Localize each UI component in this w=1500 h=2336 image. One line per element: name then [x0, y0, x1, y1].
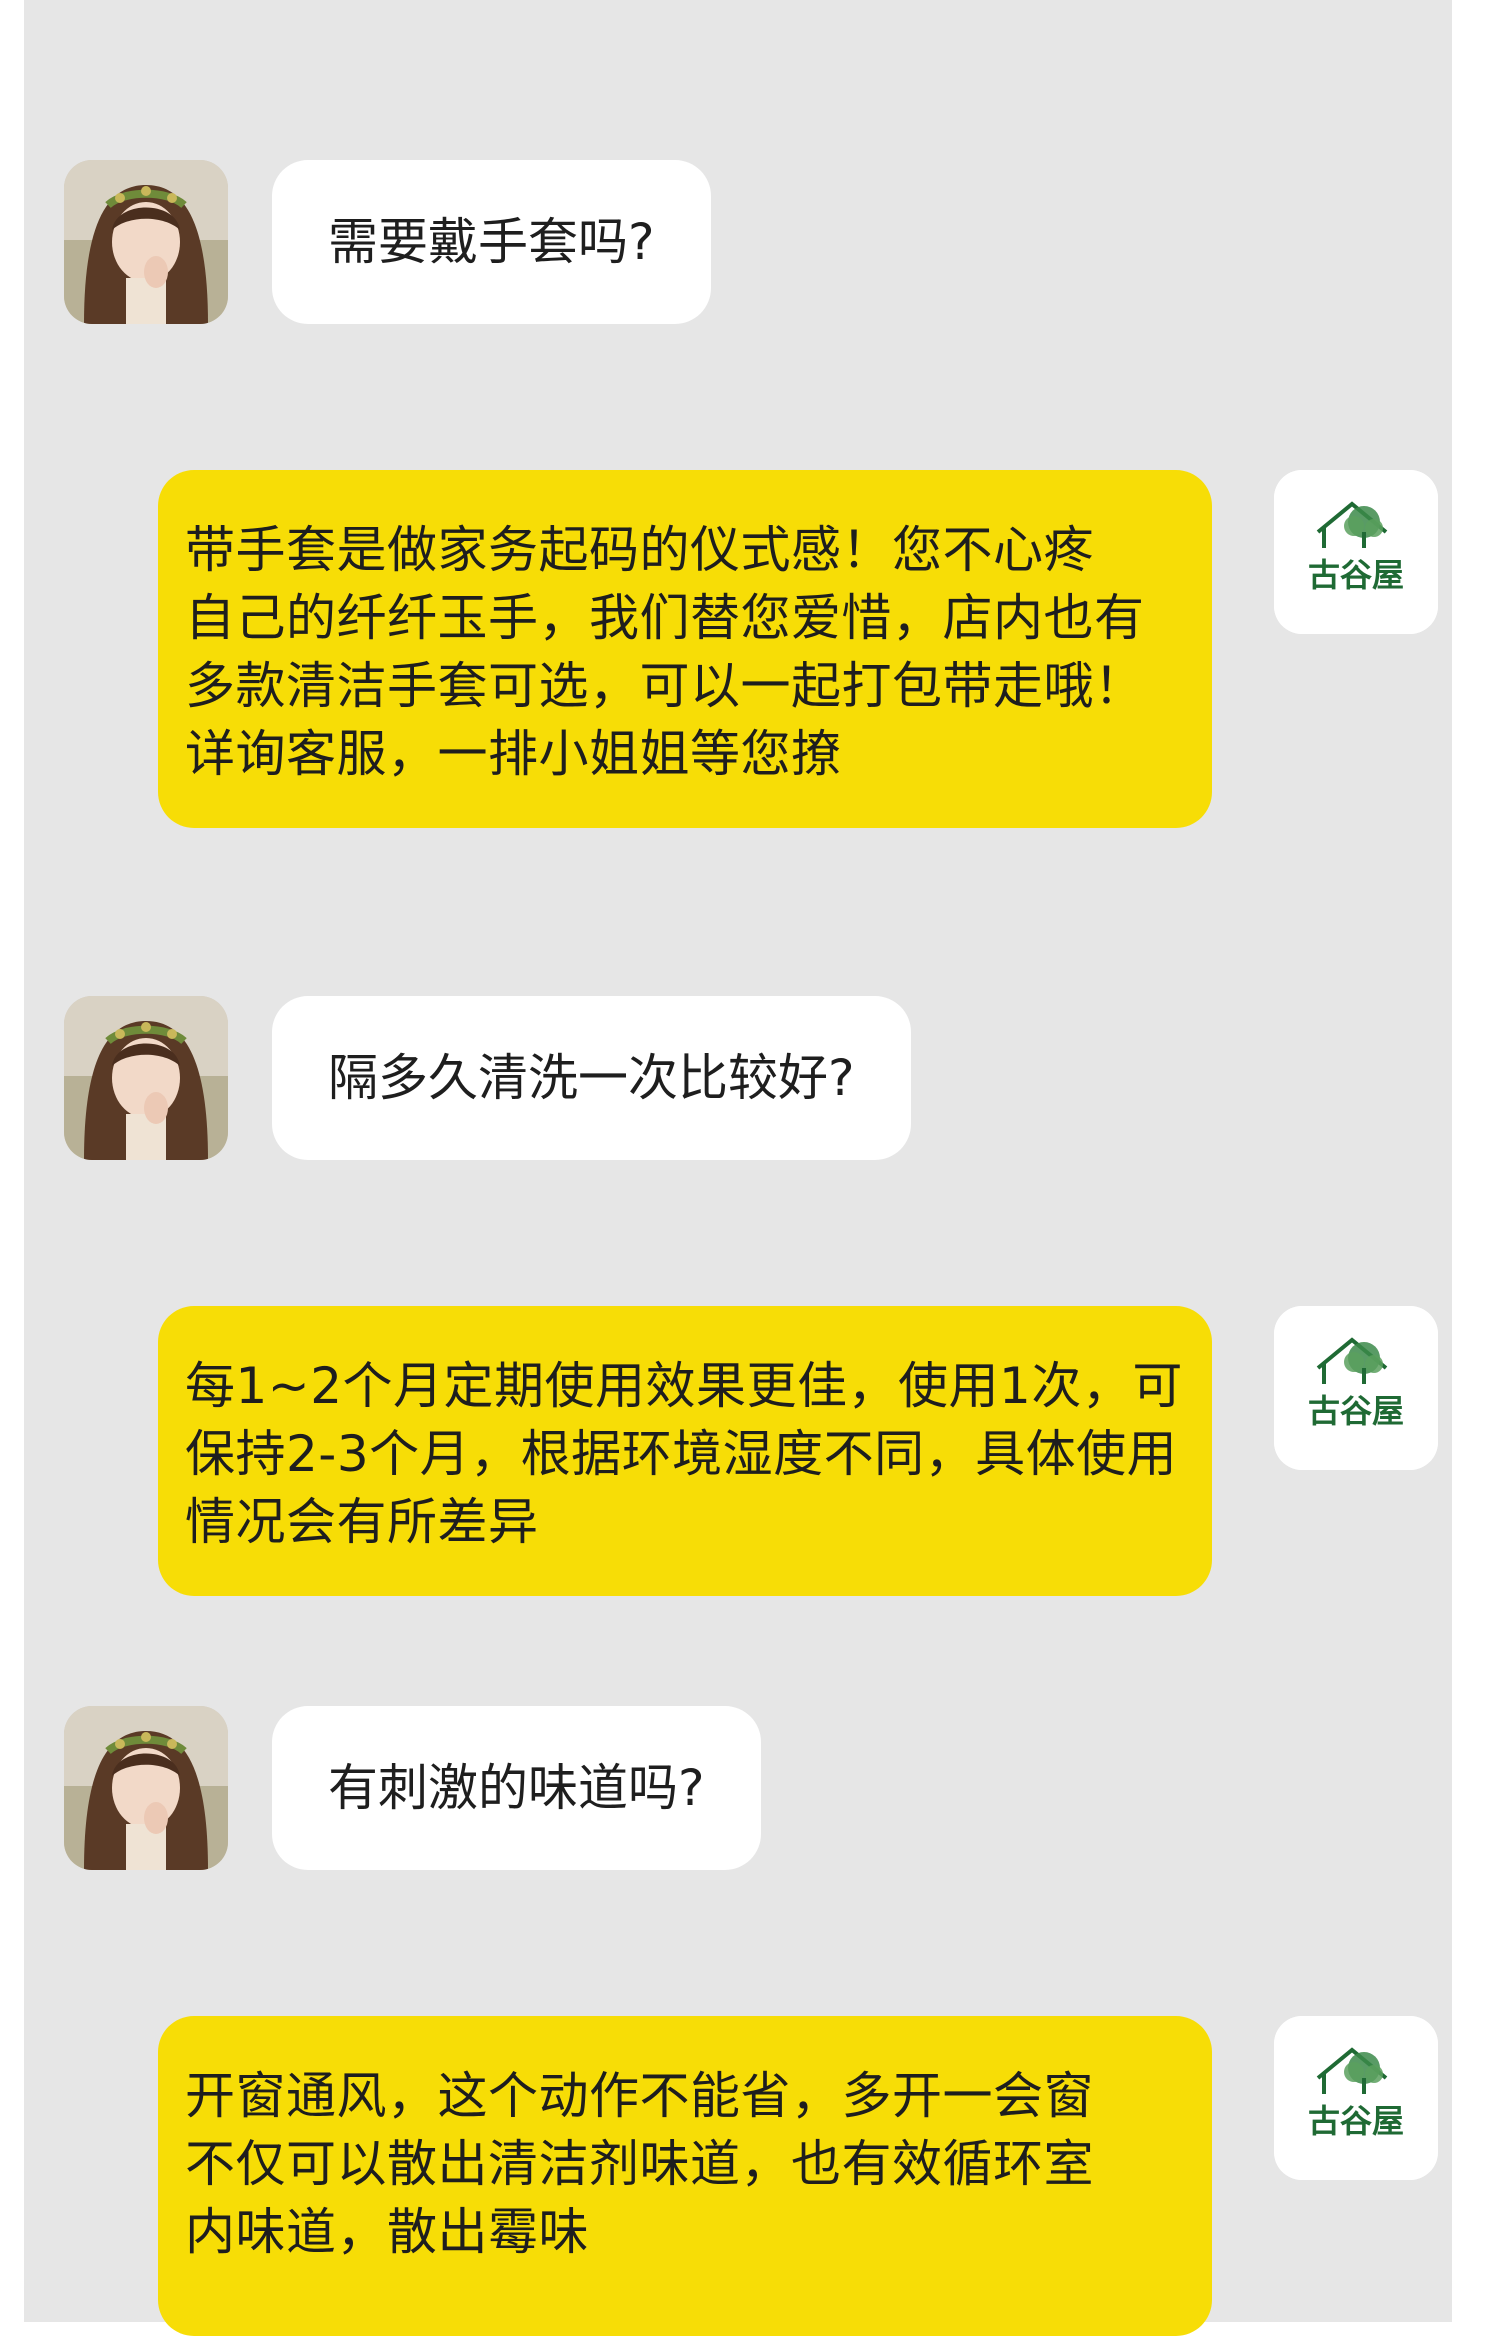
- user-message-bubble[interactable]: 隔多久清洗一次比较好?: [272, 996, 911, 1160]
- message-line: 多款清洁手套可选，可以一起打包带走哦！: [185, 657, 1145, 715]
- user-avatar[interactable]: [64, 996, 228, 1160]
- message-line: 内味道，散出霉味: [185, 2203, 589, 2261]
- message-text: 隔多久清洗一次比较好?: [328, 1049, 855, 1107]
- user-message-bubble[interactable]: 需要戴手套吗?: [272, 160, 711, 324]
- message-line: 不仅可以散出清洁剂味道，也有效循环室: [185, 2135, 1094, 2193]
- guguwu-logo-icon: [1274, 1306, 1438, 1470]
- message-line: 每1~2个月定期使用效果更佳，使用1次，可: [185, 1357, 1183, 1415]
- guguwu-logo-icon: [1274, 2016, 1438, 2180]
- brand-message-bubble[interactable]: 带手套是做家务起码的仪式感！您不心疼 自己的纤纤玉手，我们替您爱惜，店内也有 多…: [158, 470, 1212, 828]
- brand-avatar[interactable]: [1274, 1306, 1438, 1470]
- user-message-bubble[interactable]: 有刺激的味道吗?: [272, 1706, 761, 1870]
- brand-avatar[interactable]: [1274, 2016, 1438, 2180]
- message-line: 保持2-3个月，根据环境湿度不同，具体使用: [185, 1425, 1178, 1483]
- brand-message-bubble[interactable]: 开窗通风，这个动作不能省，多开一会窗 不仅可以散出清洁剂味道，也有效循环室 内味…: [158, 2016, 1212, 2336]
- message-text: 有刺激的味道吗?: [328, 1759, 705, 1817]
- message-line: 自己的纤纤玉手，我们替您爱惜，店内也有: [185, 589, 1145, 647]
- guguwu-logo-icon: [1274, 470, 1438, 634]
- chat-panel[interactable]: 需要戴手套吗? 带手套是做家务起码的仪式感！您不心疼 自己的纤纤玉手，我们替您爱…: [24, 0, 1452, 2336]
- user-avatar-icon: [64, 996, 228, 1160]
- user-avatar-icon: [64, 1706, 228, 1870]
- message-line: 情况会有所差异: [185, 1493, 539, 1551]
- message-line: 带手套是做家务起码的仪式感！您不心疼: [185, 521, 1094, 579]
- brand-avatar[interactable]: [1274, 470, 1438, 634]
- message-line: 开窗通风，这个动作不能省，多开一会窗: [185, 2067, 1094, 2125]
- user-avatar-icon: [64, 160, 228, 324]
- user-avatar[interactable]: [64, 1706, 228, 1870]
- message-line: 详询客服，一排小姐姐等您撩: [185, 725, 842, 783]
- user-avatar[interactable]: [64, 160, 228, 324]
- message-text: 需要戴手套吗?: [328, 213, 655, 271]
- brand-message-bubble[interactable]: 每1~2个月定期使用效果更佳，使用1次，可 保持2-3个月，根据环境湿度不同，具…: [158, 1306, 1212, 1596]
